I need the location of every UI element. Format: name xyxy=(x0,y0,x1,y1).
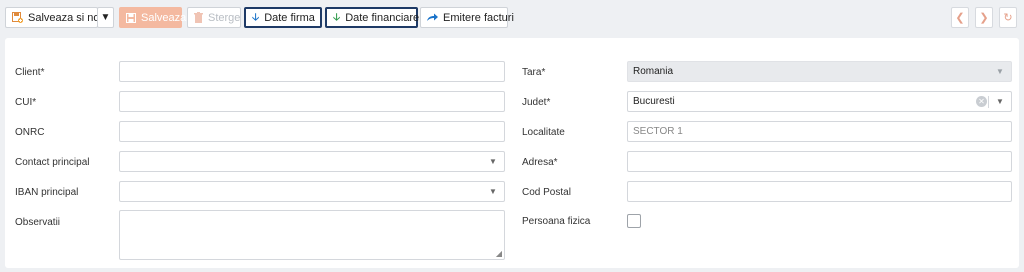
postal-code-label: Cod Postal xyxy=(522,187,571,198)
client-label: Client* xyxy=(15,67,45,78)
share-arrow-icon xyxy=(427,13,438,22)
trash-icon xyxy=(194,12,203,23)
observations-label: Observatii xyxy=(15,217,61,228)
resize-handle-icon[interactable]: ◢ xyxy=(496,249,502,258)
country-value: Romania xyxy=(633,66,674,77)
cui-label: CUI* xyxy=(15,97,37,108)
individual-label: Persoana fizica xyxy=(522,216,591,227)
clear-icon[interactable]: ✕ xyxy=(976,96,987,107)
delete-label: Sterge xyxy=(208,11,241,24)
company-data-label: Date firma xyxy=(264,11,315,24)
chevron-down-icon[interactable]: ▼ xyxy=(989,62,1011,81)
contact-select[interactable]: ▼ xyxy=(119,151,505,172)
save-icon xyxy=(126,12,136,23)
onrc-input[interactable] xyxy=(119,121,505,142)
refresh-icon: ↻ xyxy=(1003,12,1013,24)
client-form-panel: Client* CUI* ONRC Contact principal ▼ IB… xyxy=(5,38,1019,268)
save-new-label: Salveaza si nou xyxy=(28,11,106,24)
client-input[interactable] xyxy=(119,61,505,82)
save-label: Salveaza xyxy=(141,11,187,24)
save-options-dropdown[interactable]: ▼ xyxy=(97,7,114,28)
address-label: Adresa* xyxy=(522,157,558,168)
arrow-down-icon: 🡣 xyxy=(252,11,260,23)
chevron-left-icon: ❮ xyxy=(955,12,965,24)
country-select[interactable]: Romania ▼ xyxy=(627,61,1012,82)
county-value: Bucuresti xyxy=(633,96,675,107)
iban-label: IBAN principal xyxy=(15,187,79,198)
financial-data-label: Date financiare xyxy=(345,11,420,24)
next-record-button[interactable]: ❯ xyxy=(975,7,993,28)
financial-data-button[interactable]: 🡣 Date financiare xyxy=(325,7,420,28)
county-select[interactable]: Bucuresti ✕ ▼ xyxy=(627,91,1012,112)
toolbar: Salveaza si nou ▼ Salveaza Sterge 🡣 Date… xyxy=(0,0,1024,36)
onrc-label: ONRC xyxy=(15,127,45,138)
contact-label: Contact principal xyxy=(15,157,90,168)
address-input[interactable] xyxy=(627,151,1012,172)
cui-input[interactable] xyxy=(119,91,505,112)
observations-textarea[interactable]: ◢ xyxy=(119,210,505,260)
postal-code-input[interactable] xyxy=(627,181,1012,202)
invoice-issue-button[interactable]: Emitere facturi xyxy=(420,7,514,28)
locality-label: Localitate xyxy=(522,127,565,138)
chevron-down-icon[interactable]: ▼ xyxy=(482,152,504,171)
chevron-right-icon: ❯ xyxy=(979,12,989,24)
previous-record-button[interactable]: ❮ xyxy=(951,7,969,28)
save-button[interactable]: Salveaza xyxy=(119,7,186,28)
save-new-icon xyxy=(12,12,23,23)
company-data-button[interactable]: 🡣 Date firma xyxy=(244,7,322,28)
arrow-down-green-icon: 🡣 xyxy=(333,11,341,23)
chevron-down-icon[interactable]: ▼ xyxy=(482,182,504,201)
iban-select[interactable]: ▼ xyxy=(119,181,505,202)
chevron-down-icon[interactable]: ▼ xyxy=(989,92,1011,111)
caret-down-icon: ▼ xyxy=(100,11,111,23)
country-label: Tara* xyxy=(522,67,546,78)
individual-checkbox[interactable] xyxy=(627,214,641,228)
delete-button[interactable]: Sterge xyxy=(187,7,241,28)
refresh-button[interactable]: ↻ xyxy=(999,7,1017,28)
county-label: Judet* xyxy=(522,97,551,108)
locality-input[interactable]: SECTOR 1 xyxy=(627,121,1012,142)
locality-placeholder: SECTOR 1 xyxy=(633,126,683,137)
save-new-button[interactable]: Salveaza si nou xyxy=(5,7,106,28)
invoice-issue-label: Emitere facturi xyxy=(443,11,514,24)
